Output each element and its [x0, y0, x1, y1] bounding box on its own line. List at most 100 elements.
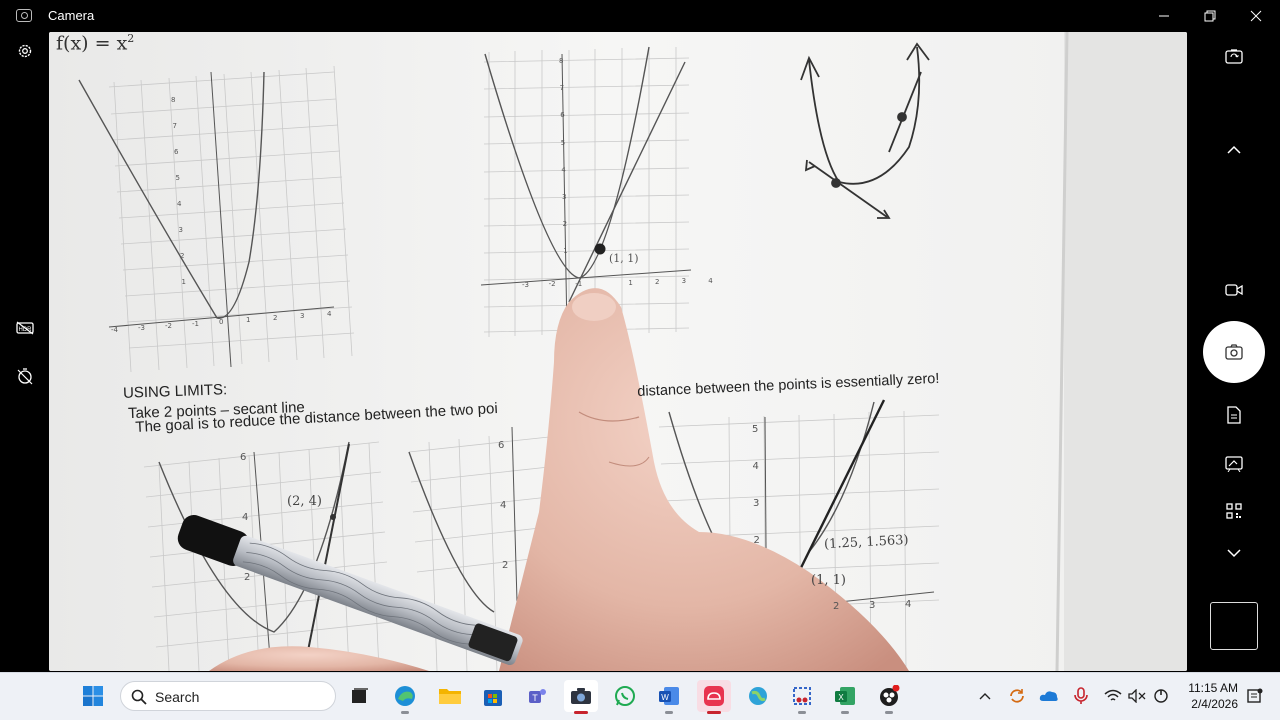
graph-b3-x-tick-label: 3: [869, 600, 876, 611]
word-icon: W: [659, 687, 679, 705]
show-hidden-icons-button[interactable]: [973, 684, 997, 708]
task-view-button[interactable]: [342, 680, 376, 712]
qr-code-mode-button[interactable]: [1214, 493, 1254, 529]
camera-preview: f(x) = x2 USING LIMITS: Take 2 points – …: [49, 32, 1187, 671]
camera-app-icon: [571, 688, 591, 704]
maps-button[interactable]: [741, 680, 775, 712]
graph1-y-tick-label: 2: [180, 252, 185, 260]
whatsapp-button[interactable]: [608, 680, 642, 712]
edge-button[interactable]: [388, 680, 422, 714]
svg-text:W: W: [661, 693, 669, 702]
graph1-x-tick-label: -1: [192, 320, 199, 328]
graph1-x-tick-label: -3: [138, 324, 145, 332]
graph-b1-y-tick-label: 4: [242, 512, 249, 523]
maps-icon: [749, 687, 767, 705]
microphone-icon: [1074, 687, 1088, 704]
svg-text:T: T: [532, 693, 538, 703]
settings-button[interactable]: [8, 34, 42, 68]
graph-b3-x-tick-label: 2: [833, 601, 840, 612]
minimize-button[interactable]: [1141, 0, 1187, 32]
time-text: 11:15 AM: [1188, 681, 1238, 695]
last-capture-thumbnail[interactable]: [1210, 602, 1258, 650]
take-photo-button[interactable]: [1203, 321, 1265, 383]
wifi-icon: [1104, 689, 1122, 701]
graph-b2-y-tick-label: 4: [500, 500, 507, 511]
graph-b3-y-tick-label: 5: [752, 424, 759, 435]
switch-camera-icon: [1225, 49, 1243, 64]
document-mode-button[interactable]: [1214, 397, 1254, 433]
whatsapp-icon: [615, 686, 635, 706]
heading-using-limits: USING LIMITS:: [122, 381, 228, 402]
close-button[interactable]: [1233, 0, 1279, 32]
creative-cloud-button[interactable]: [697, 680, 731, 714]
word-button[interactable]: W: [652, 680, 686, 714]
chevron-down-icon: [1227, 549, 1241, 558]
video-mode-icon: [1225, 284, 1243, 296]
settings-icon: [18, 44, 32, 58]
clock[interactable]: 11:15 AM 2/4/2026: [1176, 680, 1238, 712]
graph2-y-tick-label: 2: [562, 220, 568, 229]
graph1-x-tick-label: -4: [111, 326, 118, 334]
taskbar-search[interactable]: Search: [120, 681, 336, 711]
graph2-y-tick-label: 1: [563, 247, 568, 256]
whiteboard-mode-button[interactable]: [1214, 446, 1254, 482]
graph1-y-tick-label: 7: [172, 122, 177, 130]
battery-charging-icon: [1154, 689, 1168, 703]
graph2-x-tick-label: 4: [708, 276, 713, 285]
graph-b1-y-tick-label: 6: [240, 452, 247, 463]
graph2-y-tick-label: 4: [561, 165, 566, 174]
sync-status-button[interactable]: [1005, 684, 1029, 708]
network-button[interactable]: [1101, 684, 1125, 708]
snipping-tool-icon: [793, 687, 811, 705]
whiteboard-mode-icon: [1225, 456, 1243, 472]
graph1-y-tick-label: 8: [171, 96, 176, 104]
file-explorer-button[interactable]: [433, 680, 467, 712]
graph1-y-tick-label: 5: [175, 174, 180, 182]
camera-taskbar-button[interactable]: [564, 680, 598, 714]
active-indicator: [707, 711, 721, 714]
graph1-x-tick-label: -2: [165, 322, 172, 330]
graph2-y-tick-label: 3: [562, 193, 567, 201]
running-indicator: [401, 711, 409, 714]
svg-text:X: X: [838, 693, 844, 702]
obs-icon: [880, 685, 900, 706]
hdr-off-icon: HDR: [16, 321, 34, 335]
chevron-up-icon: [979, 693, 991, 700]
onedrive-cloud-icon: [1039, 691, 1058, 701]
title-bar: Camera: [0, 0, 1280, 32]
qr-code-mode-icon: [1226, 503, 1242, 519]
timer-off-icon: [17, 368, 33, 385]
video-mode-button[interactable]: [1214, 272, 1254, 308]
notifications-button[interactable]: [1243, 684, 1267, 708]
excel-button[interactable]: X: [828, 680, 862, 714]
graph2-x-tick-label: 2: [655, 278, 660, 286]
microphone-button[interactable]: [1069, 684, 1093, 708]
hdr-toggle[interactable]: HDR: [8, 311, 42, 345]
graph-b2-y-tick-label: 6: [498, 440, 505, 451]
task-view-icon: [352, 688, 368, 703]
timer-toggle[interactable]: [8, 359, 42, 393]
volume-button[interactable]: [1125, 684, 1149, 708]
switch-camera-button[interactable]: [1214, 38, 1254, 74]
graph1-x-tick-label: 2: [273, 314, 278, 322]
graph-b3-y-tick-label: 3: [753, 498, 760, 509]
store-button[interactable]: [476, 680, 510, 712]
onedrive-button[interactable]: [1037, 684, 1061, 708]
expand-modes-button[interactable]: [1214, 535, 1254, 571]
volume-muted-icon: [1128, 689, 1146, 703]
restore-button[interactable]: [1187, 0, 1233, 32]
start-button[interactable]: [76, 680, 110, 712]
graph-b3-y-tick-label: 4: [752, 461, 759, 472]
graph2-y-tick-label: 6: [560, 111, 565, 120]
running-indicator: [798, 711, 806, 714]
running-indicator: [665, 711, 673, 714]
active-indicator: [574, 711, 588, 714]
graph2-y-tick-label: 7: [559, 84, 565, 93]
collapse-modes-button[interactable]: [1214, 132, 1254, 168]
snipping-tool-button[interactable]: [785, 680, 819, 714]
excel-icon: X: [835, 687, 855, 705]
teams-button[interactable]: T: [520, 680, 554, 712]
graph2-x-tick-label: -3: [522, 281, 529, 289]
battery-button[interactable]: [1149, 684, 1173, 708]
obs-button[interactable]: [872, 680, 906, 714]
